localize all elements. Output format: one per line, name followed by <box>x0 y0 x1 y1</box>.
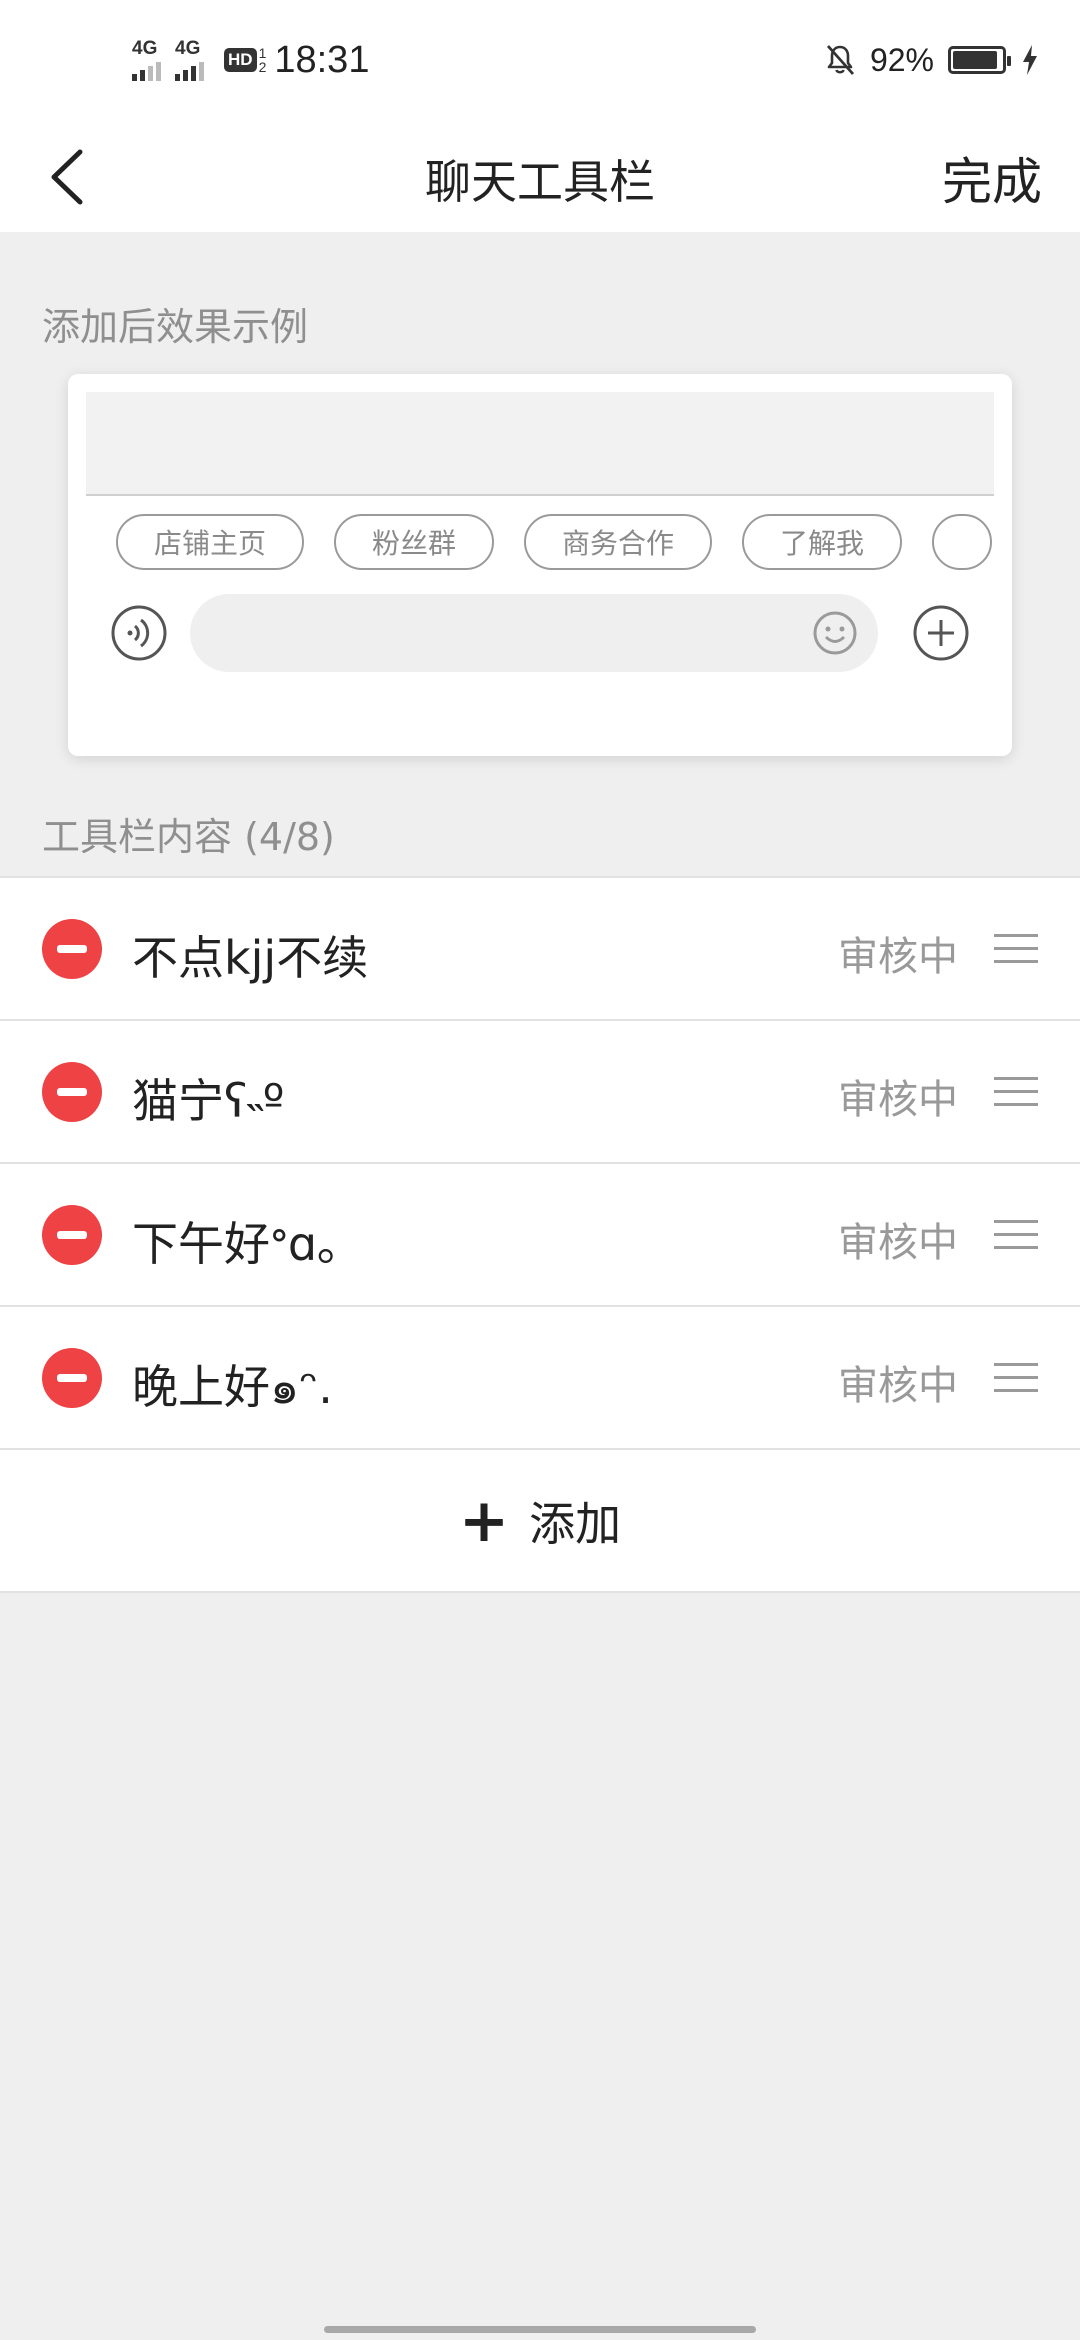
preview-input-row <box>110 594 970 672</box>
preview-chat-mock: 店铺主页 粉丝群 商务合作 了解我 <box>86 392 994 738</box>
network-type-label: 4G <box>132 38 158 59</box>
clock: 18:31 <box>274 38 370 81</box>
preview-section-label: 添加后效果示例 <box>42 305 309 349</box>
drag-handle-icon[interactable] <box>994 1220 1038 1250</box>
signal-bars-icon <box>175 59 204 81</box>
item-label: 下午好ᐤɑ｡ <box>132 1217 341 1271</box>
add-button[interactable]: + 添加 <box>0 1450 1080 1593</box>
home-indicator[interactable] <box>324 2326 756 2333</box>
signal-indicator-1: 4G <box>132 39 161 81</box>
drag-handle-icon[interactable] <box>994 934 1038 964</box>
preview-chip: 粉丝群 <box>334 514 495 570</box>
review-status: 审核中 <box>838 1077 958 1123</box>
preview-chip: 商务合作 <box>524 514 713 570</box>
preview-chip: 店铺主页 <box>116 514 305 570</box>
preview-toolbar-chips: 店铺主页 粉丝群 商务合作 了解我 <box>116 514 993 570</box>
drag-handle-icon[interactable] <box>994 1363 1038 1393</box>
delete-icon[interactable] <box>42 1205 102 1265</box>
signal-indicator-2: 4G <box>175 39 204 81</box>
list-item: 下午好ᐤɑ｡ 审核中 <box>0 1164 1080 1307</box>
add-label: 添加 <box>529 1496 622 1551</box>
signal-bars-icon <box>132 59 161 81</box>
preview-input-field <box>190 594 878 672</box>
list-item: 不点kjj不续 审核中 <box>0 878 1080 1021</box>
list-item: 晚上好๑ᵔ. 审核中 <box>0 1307 1080 1450</box>
item-label: 晚上好๑ᵔ. <box>132 1360 333 1414</box>
hd-fraction: 12 <box>259 46 267 74</box>
hd-fraction-bottom: 2 <box>258 59 267 75</box>
bell-off-icon <box>826 45 854 75</box>
status-left: 4G 4G HD 12 18:31 <box>132 30 369 90</box>
review-status: 审核中 <box>838 1363 958 1409</box>
preview-message-area <box>86 392 994 496</box>
preview-chip-partial <box>932 514 993 570</box>
review-status: 审核中 <box>838 934 958 980</box>
item-label: 猫宁ʕ˵º <box>132 1074 285 1128</box>
drag-handle-icon[interactable] <box>994 1077 1038 1107</box>
delete-icon[interactable] <box>42 919 102 979</box>
charging-icon <box>1023 45 1037 75</box>
battery-percent: 92% <box>869 41 934 78</box>
delete-icon[interactable] <box>42 1062 102 1122</box>
preview-card: 店铺主页 粉丝群 商务合作 了解我 <box>68 374 1012 756</box>
hd-voice-icon: HD 12 <box>224 46 266 74</box>
page-title: 聊天工具栏 <box>425 155 655 209</box>
list-item: 猫宁ʕ˵º 审核中 <box>0 1021 1080 1164</box>
toolbar-item-list: 不点kjj不续 审核中 猫宁ʕ˵º 审核中 下午好ᐤɑ｡ 审核中 晚上好๑ᵔ. … <box>0 876 1080 1593</box>
voice-icon <box>111 605 167 661</box>
plus-circle-icon <box>913 605 969 661</box>
hd-label: HD <box>224 48 257 72</box>
network-type-label: 4G <box>175 38 201 59</box>
item-label: 不点kjj不续 <box>132 931 369 985</box>
status-bar: 4G 4G HD 12 18:31 92% <box>0 0 1080 120</box>
emoji-icon <box>813 611 857 655</box>
review-status: 审核中 <box>838 1220 958 1266</box>
delete-icon[interactable] <box>42 1348 102 1408</box>
done-button[interactable]: 完成 <box>942 142 1042 214</box>
status-right: 92% <box>824 30 1040 90</box>
navigation-bar: 聊天工具栏 完成 <box>0 120 1080 232</box>
battery-icon <box>948 46 1011 74</box>
plus-icon: + <box>458 1485 510 1556</box>
toolbar-content-label: 工具栏内容 (4/8) <box>42 815 335 859</box>
preview-chip: 了解我 <box>742 514 903 570</box>
